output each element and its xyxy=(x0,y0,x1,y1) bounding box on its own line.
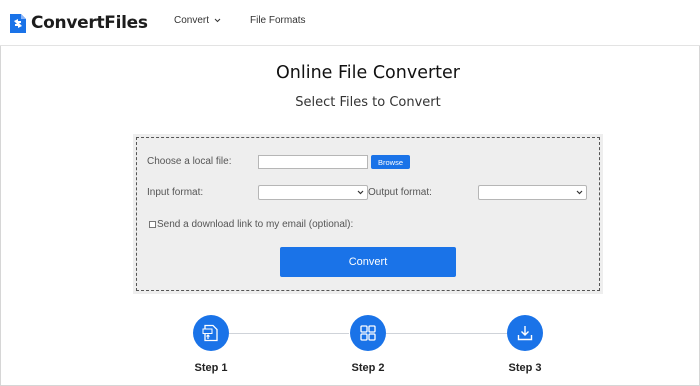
input-format-label: Input format: xyxy=(147,187,204,198)
page-subtitle: Select Files to Convert xyxy=(295,95,441,110)
download-icon xyxy=(517,326,533,341)
chevron-down-icon xyxy=(357,190,364,195)
logo-icon xyxy=(10,14,26,33)
step-2-circle xyxy=(350,315,386,351)
step-connector xyxy=(229,333,349,334)
step-2-label: Step 2 xyxy=(351,362,385,374)
nav-convert-label: Convert xyxy=(174,15,210,26)
site-header: ConvertFiles Convert File Formats xyxy=(0,0,700,46)
step-connector xyxy=(386,333,507,334)
page-title: Online File Converter xyxy=(275,63,460,83)
step-3-label: Step 3 xyxy=(508,362,542,374)
email-checkbox[interactable] xyxy=(149,221,156,228)
logo-text: ConvertFiles xyxy=(31,13,148,33)
nav-file-formats-label: File Formats xyxy=(250,15,306,26)
step-3-circle xyxy=(507,315,543,351)
output-format-label: Output format: xyxy=(368,187,432,198)
browse-button[interactable]: Browse xyxy=(371,155,410,169)
input-format-select[interactable] xyxy=(258,185,368,200)
step-1-circle xyxy=(193,315,229,351)
file-upload-icon xyxy=(202,324,218,342)
output-format-select[interactable] xyxy=(478,185,587,200)
chevron-down-icon xyxy=(214,18,221,23)
logo[interactable]: ConvertFiles xyxy=(9,10,148,36)
file-input[interactable] xyxy=(258,155,368,169)
nav-convert[interactable]: Convert xyxy=(174,15,221,26)
email-checkbox-label[interactable]: Send a download link to my email (option… xyxy=(157,219,353,230)
step-1-label: Step 1 xyxy=(194,362,228,374)
chevron-down-icon xyxy=(576,190,583,195)
nav-file-formats[interactable]: File Formats xyxy=(250,15,306,26)
grid-icon xyxy=(360,325,376,341)
convert-button[interactable]: Convert xyxy=(280,247,456,277)
choose-file-label: Choose a local file: xyxy=(147,156,232,167)
